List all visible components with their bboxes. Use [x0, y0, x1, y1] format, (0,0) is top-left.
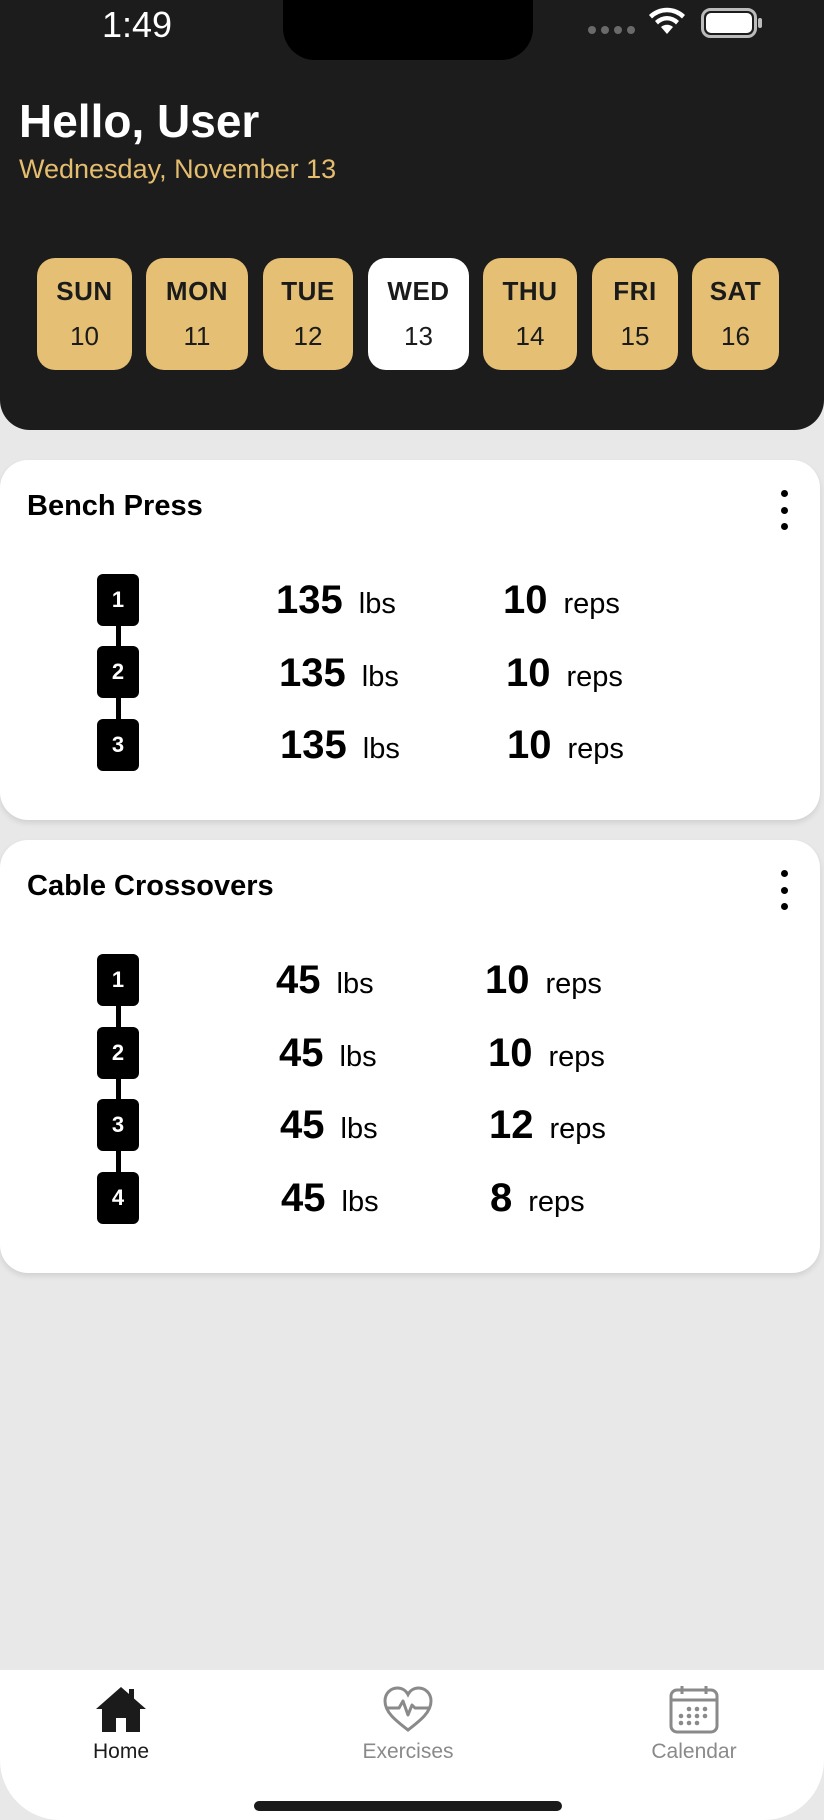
- day-number: 14: [515, 321, 545, 351]
- more-options-icon[interactable]: [772, 490, 796, 530]
- day-monday[interactable]: MON 11: [146, 258, 248, 370]
- day-name: THU: [502, 276, 558, 306]
- bottom-tab-bar: Home Exercises Calendar: [0, 1670, 824, 1820]
- status-time: 1:49: [102, 4, 173, 45]
- day-number: 15: [620, 321, 650, 351]
- exercise-card-cable-crossovers[interactable]: Cable Crossovers 1 45 lbs 10 reps 2 45 l…: [0, 840, 820, 1273]
- reps-value: 10: [485, 958, 530, 1002]
- reps-value: 12: [489, 1103, 534, 1147]
- day-name: FRI: [613, 276, 657, 306]
- set-number-badge: 1: [97, 574, 139, 626]
- exercise-title: Bench Press: [27, 490, 203, 522]
- reps-unit: reps: [528, 1186, 585, 1218]
- day-wednesday-selected[interactable]: WED 13: [368, 258, 469, 370]
- home-icon: [96, 1687, 146, 1732]
- calendar-icon: [669, 1686, 719, 1734]
- set-weight: 45 lbs: [281, 1176, 379, 1221]
- set-reps: 10 reps: [488, 1031, 605, 1076]
- weight-value: 45: [281, 1176, 326, 1220]
- battery-icon: [701, 8, 762, 38]
- day-name: SAT: [709, 276, 762, 306]
- set-weight: 135 lbs: [276, 578, 396, 623]
- day-number: 10: [70, 321, 99, 351]
- header: 1:49 Hello, User Wednesday, November 13 …: [0, 0, 824, 430]
- weight-value: 45: [279, 1031, 324, 1075]
- current-date: Wednesday, November 13: [19, 154, 337, 184]
- set-weight: 135 lbs: [279, 651, 399, 696]
- reps-value: 10: [503, 578, 548, 622]
- tab-exercises[interactable]: Exercises: [318, 1684, 498, 1764]
- reps-value: 10: [507, 723, 552, 767]
- reps-value: 10: [506, 651, 551, 695]
- more-options-icon[interactable]: [772, 870, 796, 910]
- set-weight: 135 lbs: [280, 723, 400, 768]
- tab-home[interactable]: Home: [31, 1684, 211, 1764]
- set-weight: 45 lbs: [279, 1031, 377, 1076]
- set-reps: 12 reps: [489, 1103, 606, 1148]
- set-reps: 10 reps: [485, 958, 602, 1003]
- reps-value: 8: [490, 1176, 513, 1220]
- day-saturday[interactable]: SAT 16: [692, 258, 779, 370]
- reps-unit: reps: [545, 968, 602, 1000]
- set-weight: 45 lbs: [276, 958, 374, 1003]
- home-indicator[interactable]: [254, 1801, 562, 1811]
- weight-unit: lbs: [340, 1113, 378, 1145]
- day-number: 11: [183, 321, 211, 351]
- day-name: TUE: [281, 276, 335, 306]
- reps-unit: reps: [548, 1041, 605, 1073]
- day-thursday[interactable]: THU 14: [483, 258, 577, 370]
- set-reps: 10 reps: [507, 723, 624, 768]
- day-number: 13: [404, 321, 433, 351]
- weight-unit: lbs: [362, 733, 400, 765]
- reps-value: 10: [488, 1031, 533, 1075]
- weight-value: 45: [276, 958, 321, 1002]
- set-number-badge: 1: [97, 954, 139, 1006]
- set-reps: 10 reps: [503, 578, 620, 623]
- set-number-badge: 2: [97, 646, 139, 698]
- day-name: MON: [165, 276, 229, 306]
- set-weight: 45 lbs: [280, 1103, 378, 1148]
- set-number-badge: 3: [97, 719, 139, 771]
- weight-value: 135: [276, 578, 343, 622]
- day-friday[interactable]: FRI 15: [592, 258, 678, 370]
- weight-unit: lbs: [361, 661, 399, 693]
- reps-unit: reps: [549, 1113, 606, 1145]
- tab-label: Home: [92, 1740, 150, 1763]
- exercise-title: Cable Crossovers: [27, 870, 274, 902]
- weight-unit: lbs: [341, 1186, 379, 1218]
- wifi-icon: [649, 7, 685, 34]
- tab-calendar[interactable]: Calendar: [604, 1684, 784, 1764]
- set-number-badge: 2: [97, 1027, 139, 1079]
- tab-label: Exercises: [362, 1740, 454, 1763]
- weight-unit: lbs: [358, 588, 396, 620]
- weight-unit: lbs: [336, 968, 374, 1000]
- day-name: WED: [387, 276, 450, 306]
- weight-unit: lbs: [339, 1041, 377, 1073]
- reps-unit: reps: [566, 661, 623, 693]
- set-number-badge: 3: [97, 1099, 139, 1151]
- tab-label: Calendar: [651, 1740, 737, 1763]
- reps-unit: reps: [563, 588, 620, 620]
- set-number-badge: 4: [97, 1172, 139, 1224]
- weight-value: 45: [280, 1103, 325, 1147]
- set-reps: 8 reps: [490, 1176, 585, 1221]
- weight-value: 135: [279, 651, 346, 695]
- set-reps: 10 reps: [506, 651, 623, 696]
- day-number: 16: [721, 321, 750, 351]
- day-sunday[interactable]: SUN 10: [37, 258, 132, 370]
- day-name: SUN: [56, 276, 113, 306]
- day-number: 12: [293, 321, 323, 351]
- camera-notch: [283, 0, 533, 60]
- weight-value: 135: [280, 723, 347, 767]
- day-tuesday[interactable]: TUE 12: [263, 258, 353, 370]
- greeting-title: Hello, User: [19, 95, 260, 147]
- status-bar: 1:49: [0, 0, 824, 60]
- reps-unit: reps: [567, 733, 624, 765]
- heart-pulse-icon: [383, 1686, 433, 1732]
- cellular-signal-icon: [588, 26, 635, 34]
- exercise-card-bench-press[interactable]: Bench Press 1 135 lbs 10 reps 2 135 lbs …: [0, 460, 820, 820]
